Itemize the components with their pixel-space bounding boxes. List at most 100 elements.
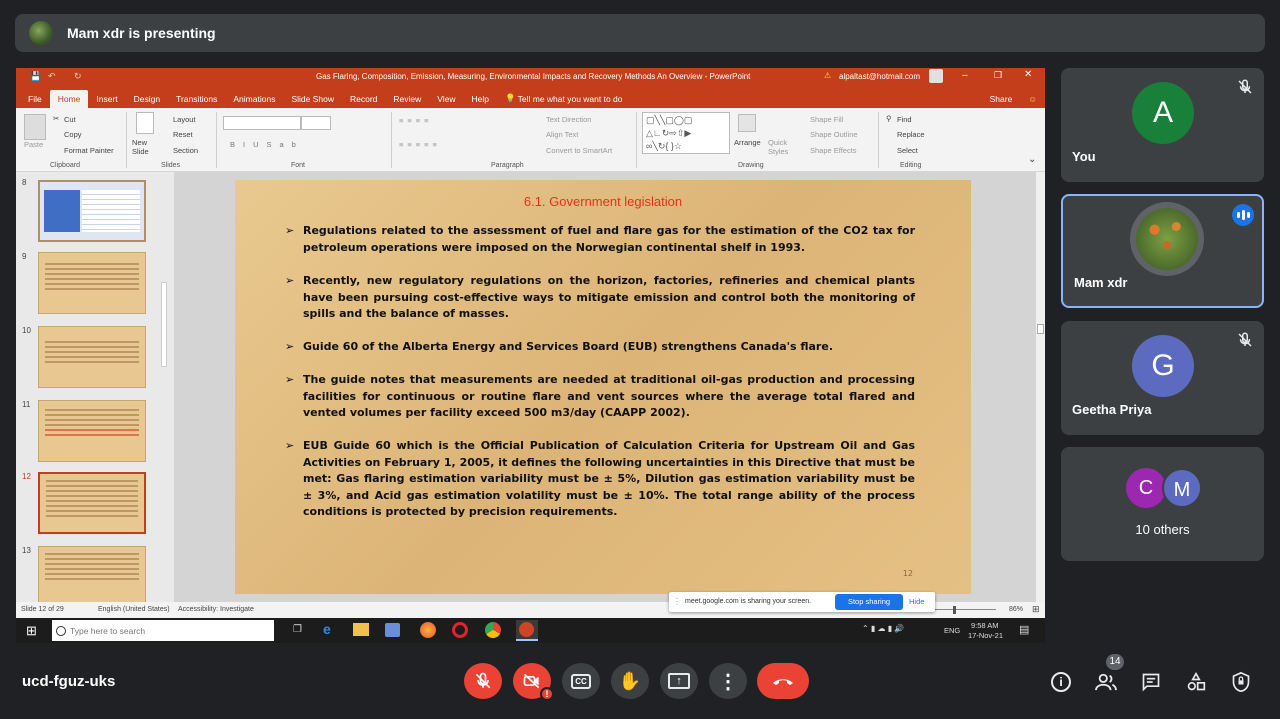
section-button[interactable]: Section: [173, 146, 198, 155]
lightbulb-icon: 💡: [505, 93, 516, 103]
font-name-box[interactable]: [223, 116, 301, 130]
maximize-icon[interactable]: ❐: [994, 70, 1002, 81]
shape-outline-button[interactable]: Shape Outline: [810, 130, 858, 139]
close-icon[interactable]: ✕: [1024, 69, 1032, 80]
tab-home[interactable]: Home: [49, 90, 89, 108]
mic-toggle-button[interactable]: [464, 663, 502, 699]
windows-start-icon[interactable]: ⊞: [26, 623, 37, 639]
taskbar-search[interactable]: Type here to search: [52, 620, 274, 641]
people-button[interactable]: 14: [1094, 654, 1124, 694]
captions-button[interactable]: CC: [562, 663, 600, 699]
paste-icon[interactable]: [24, 114, 46, 140]
shapes-gallery[interactable]: ▢╲╲▢◯▢ △∟↻⇨⇧▶ ∞╲↻{ }☆: [642, 112, 730, 154]
speaking-indicator-icon: [1232, 204, 1254, 226]
format-painter-button[interactable]: Format Painter: [64, 146, 114, 155]
participant-tile-geetha[interactable]: G Geetha Priya: [1061, 321, 1264, 435]
edge-icon[interactable]: e: [323, 621, 331, 637]
file-explorer-icon[interactable]: [353, 623, 369, 636]
minimize-icon[interactable]: –: [962, 70, 968, 81]
tab-view[interactable]: View: [429, 90, 463, 108]
fit-slide-icon[interactable]: ⊞: [1032, 604, 1040, 615]
tab-file[interactable]: File: [16, 90, 50, 108]
font-size-box[interactable]: [301, 116, 331, 130]
tab-insert[interactable]: Insert: [88, 90, 125, 108]
accessibility-status[interactable]: Accessibility: Investigate: [178, 606, 254, 613]
more-options-button[interactable]: ⋮: [709, 663, 747, 699]
smiley-icon[interactable]: ☺: [1020, 90, 1045, 108]
chrome-icon[interactable]: [485, 622, 501, 638]
zoom-slider-thumb[interactable]: [953, 606, 956, 614]
camera-toggle-button[interactable]: !: [513, 663, 554, 701]
collapse-ribbon-icon[interactable]: ⌄: [1028, 154, 1036, 165]
align-text-button[interactable]: Align Text: [546, 130, 578, 139]
find-button[interactable]: Find: [897, 115, 912, 124]
layout-button[interactable]: Layout: [173, 115, 196, 124]
tab-design[interactable]: Design: [126, 90, 168, 108]
replace-button[interactable]: Replace: [897, 130, 925, 139]
language-indicator[interactable]: ENG: [944, 626, 960, 635]
thumb-number: 12: [22, 472, 31, 481]
thumb-slide-8[interactable]: [38, 180, 146, 242]
arrange-button[interactable]: Arrange: [734, 138, 761, 147]
more-vert-icon: ⋮: [718, 670, 738, 693]
thumb-scrollbar[interactable]: [161, 282, 167, 367]
quick-styles-button[interactable]: Quick Styles: [768, 138, 792, 156]
thumb-slide-10[interactable]: [38, 326, 146, 388]
cut-button[interactable]: Cut: [64, 115, 76, 124]
ribbon: Paste ✂ Cut Copy Format Painter Clipboar…: [16, 108, 1045, 172]
host-controls-button[interactable]: [1229, 670, 1253, 694]
participant-name: Mam xdr: [1074, 275, 1128, 290]
participant-tile-presenter[interactable]: Mam xdr: [1061, 194, 1264, 308]
activities-button[interactable]: [1184, 670, 1208, 694]
zoom-level[interactable]: 86%: [1009, 606, 1023, 613]
tab-slide-show[interactable]: Slide Show: [283, 90, 342, 108]
tab-animations[interactable]: Animations: [225, 90, 283, 108]
stop-sharing-button[interactable]: Stop sharing: [835, 594, 903, 610]
presenting-banner: Mam xdr is presenting: [15, 14, 1265, 52]
thumb-slide-13[interactable]: [38, 546, 146, 608]
reset-button[interactable]: Reset: [173, 130, 193, 139]
drag-handle-icon[interactable]: ⋮: [673, 597, 681, 606]
hide-button[interactable]: Hide: [909, 597, 924, 606]
new-slide-button[interactable]: New Slide: [132, 138, 156, 156]
powerpoint-taskbar-button[interactable]: [516, 620, 538, 641]
shape-effects-button[interactable]: Shape Effects: [810, 146, 857, 155]
opera-icon[interactable]: [452, 622, 468, 638]
slide-bullet: ➢ Recently, new regulatory regulations on…: [285, 274, 915, 320]
shape-fill-button[interactable]: Shape Fill: [810, 115, 843, 124]
convert-smartart-button[interactable]: Convert to SmartArt: [546, 146, 612, 155]
zoom-slider[interactable]: [926, 609, 996, 610]
meeting-info-button[interactable]: i: [1049, 670, 1073, 694]
thumb-slide-11[interactable]: [38, 400, 146, 462]
notification-icon[interactable]: ▤: [1019, 623, 1029, 636]
slide-bullet: ➢ The guide notes that measurements are n…: [285, 373, 915, 419]
text-direction-button[interactable]: Text Direction: [546, 115, 591, 124]
task-view-icon[interactable]: ❐: [293, 624, 302, 635]
new-slide-icon[interactable]: [136, 112, 154, 134]
slide-thumbnails: 8 9 10 11 12 13: [16, 172, 174, 608]
tray-icons[interactable]: ⌃ ▮ ☁ ▮ 🔊: [862, 624, 904, 633]
copy-button[interactable]: Copy: [64, 130, 82, 139]
store-icon[interactable]: [385, 623, 400, 637]
present-button[interactable]: ↑: [660, 663, 698, 699]
participant-tile-you[interactable]: A You: [1061, 68, 1264, 182]
tab-review[interactable]: Review: [385, 90, 429, 108]
select-button[interactable]: Select: [897, 146, 918, 155]
avatar: G: [1132, 335, 1194, 397]
firefox-icon[interactable]: [420, 622, 436, 638]
slide-scrollbar[interactable]: [1036, 172, 1045, 602]
tab-help[interactable]: Help: [464, 90, 497, 108]
thumb-slide-12[interactable]: [38, 472, 146, 534]
language-status[interactable]: English (United States): [98, 606, 170, 613]
raise-hand-button[interactable]: ✋: [611, 663, 649, 699]
leave-call-button[interactable]: [757, 663, 809, 699]
tab-record[interactable]: Record: [342, 90, 385, 108]
tab-transitions[interactable]: Transitions: [168, 90, 225, 108]
share-button[interactable]: Share: [982, 90, 1021, 108]
participant-tile-others[interactable]: C M 10 others: [1061, 447, 1264, 561]
tell-me-search[interactable]: Tell me what you want to do: [518, 90, 631, 108]
chat-button[interactable]: [1139, 670, 1163, 694]
thumb-slide-9[interactable]: [38, 252, 146, 314]
paste-button[interactable]: Paste: [24, 140, 43, 149]
presenter-avatar: [29, 21, 53, 45]
